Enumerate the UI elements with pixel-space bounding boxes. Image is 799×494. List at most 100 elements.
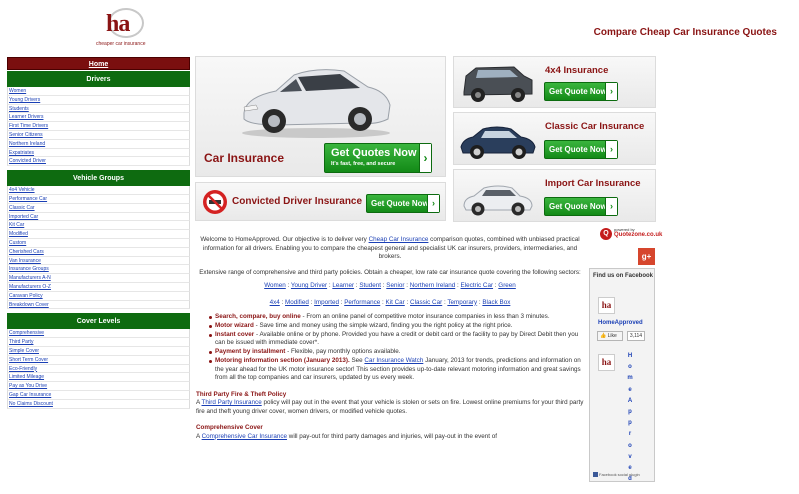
nav-item-vehicle[interactable]: Kit Car	[7, 221, 190, 231]
feature-item: Payment by installment - Flexible, pay m…	[209, 348, 584, 357]
nav-item-driver[interactable]: Women	[7, 87, 190, 96]
sector-link[interactable]: 4x4	[270, 299, 280, 306]
left-nav: Home Drivers Women Young Drivers Students L…	[7, 57, 190, 409]
nav-item-cover[interactable]: Short Term Cover	[7, 355, 190, 365]
chevron-right-icon: ›	[427, 195, 439, 212]
4x4-insurance-promo[interactable]: 4x4 Insurance Get Quote Now ›	[453, 56, 656, 108]
nav-item-vehicle[interactable]: Classic Car	[7, 203, 190, 213]
sector-link[interactable]: Imported	[314, 299, 339, 306]
intro-text-a: Welcome to HomeApproved. Our objective i…	[200, 236, 369, 243]
facebook-page-name-vertical[interactable]: HomeApproved	[626, 351, 634, 485]
facebook-vertical-letter: m	[627, 375, 633, 382]
nav-item-vehicle[interactable]: Performance Car	[7, 194, 190, 204]
site-logo[interactable]: ha cheaper car insurance	[96, 8, 160, 48]
nav-item-cover[interactable]: No Claims Discount	[7, 399, 190, 409]
4x4-get-quote-button[interactable]: Get Quote Now ›	[544, 82, 618, 101]
nav-item-cover[interactable]: Eco-Friendly	[7, 364, 190, 374]
nav-item-vehicle[interactable]: Cherished Cars	[7, 247, 190, 257]
third-party-insurance-link[interactable]: Third Party Insurance	[202, 399, 262, 406]
facebook-like-button[interactable]: 👍 Like	[597, 331, 623, 341]
get-quotes-now-label: Get Quotes Now	[331, 147, 417, 159]
sector-link[interactable]: Electric Car	[461, 282, 494, 289]
chevron-right-icon: ›	[605, 198, 617, 215]
intro-paragraph: Welcome to HomeApproved. Our objective i…	[196, 236, 584, 262]
quotezone-logo-icon: Q	[600, 228, 612, 240]
facebook-page-name[interactable]: HomeApproved	[598, 320, 643, 326]
facebook-vertical-letter: e	[628, 386, 632, 393]
car-insurance-promo[interactable]: Car Insurance Get Quotes Now It's fast, …	[195, 56, 446, 177]
car-insurance-title: Car Insurance	[204, 151, 285, 165]
nav-drivers-list: Women Young Drivers Students Learner Driver…	[7, 87, 190, 167]
nav-item-vehicle[interactable]: Caravan Policy	[7, 291, 190, 301]
facebook-vertical-letter: o	[628, 442, 632, 449]
comprehensive-title: Comprehensive Cover	[196, 424, 263, 432]
sector-links-row-2: 4x4 : Modified : Imported : Performance …	[269, 298, 511, 306]
nav-item-driver[interactable]: Young Drivers	[7, 95, 190, 105]
sector-link[interactable]: Classic Car	[410, 299, 442, 306]
import-car-image	[463, 185, 533, 216]
nav-item-vehicle[interactable]: Manufacturers O-Z	[7, 282, 190, 292]
feature-item: Instant cover - Available online or by p…	[209, 331, 584, 348]
facebook-like-label: Like	[607, 333, 617, 339]
get-quotes-now-sub: It's fast, free, and secure	[331, 161, 396, 167]
sector-link[interactable]: Green	[498, 282, 516, 289]
nav-item-vehicle[interactable]: Van Insurance	[7, 256, 190, 266]
nav-item-vehicle[interactable]: 4x4 Vehicle	[7, 186, 190, 195]
classic-car-insurance-promo[interactable]: Classic Car Insurance Get Quote Now ›	[453, 112, 656, 165]
sector-link[interactable]: Black Box	[482, 299, 510, 306]
nav-item-vehicle[interactable]: Manufacturers A-N	[7, 274, 190, 283]
sector-link[interactable]: Temporary	[447, 299, 477, 306]
facebook-vertical-letter: H	[627, 353, 633, 359]
sector-link[interactable]: Senior	[386, 282, 404, 289]
convicted-driver-promo[interactable]: Convicted Driver Insurance Get Quote Now…	[195, 182, 446, 221]
nav-item-cover[interactable]: Third Party	[7, 338, 190, 347]
sector-link[interactable]: Young Driver	[291, 282, 327, 289]
nav-item-vehicle[interactable]: Breakdown Cover	[7, 300, 190, 310]
third-party-title: Third Party Fire & Theft Policy	[196, 390, 287, 398]
facebook-like-count: 3,114	[627, 331, 645, 341]
nav-item-vehicle[interactable]: Custom	[7, 238, 190, 248]
convicted-driver-title: Convicted Driver Insurance	[232, 196, 363, 207]
import-get-quote-button[interactable]: Get Quote Now ›	[544, 197, 618, 216]
nav-item-cover[interactable]: Simple Cover	[7, 346, 190, 356]
nav-item-driver[interactable]: Convicted Driver	[7, 157, 190, 167]
nav-item-driver[interactable]: Expatriates	[7, 148, 190, 158]
nav-header-drivers: Drivers	[7, 70, 190, 87]
nav-item-vehicle[interactable]: Imported Car	[7, 212, 190, 222]
nav-vehicles-list: 4x4 Vehicle Performance Car Classic Car Imp…	[7, 186, 190, 310]
sector-link[interactable]: Learner	[332, 282, 354, 289]
sector-link[interactable]: Women	[264, 282, 286, 289]
sector-link[interactable]: Modified	[285, 299, 309, 306]
car-insurance-watch-link[interactable]: Car Insurance Watch	[364, 357, 423, 364]
nav-item-driver[interactable]: Learner Drivers	[7, 113, 190, 123]
comprehensive-car-insurance-link[interactable]: Comprehensive Car Insurance	[202, 433, 287, 440]
sectors-intro: Extensive range of comprehensive and thi…	[199, 268, 581, 276]
sector-link[interactable]: Northern Ireland	[410, 282, 456, 289]
sector-link[interactable]: Performance	[344, 299, 380, 306]
facebook-vertical-letter: A	[627, 397, 633, 404]
facebook-social-plugin[interactable]: Facebook social plugin	[593, 472, 640, 477]
cheap-car-insurance-link[interactable]: Cheap Car Insurance	[369, 236, 429, 243]
nav-item-cover[interactable]: Pay as You Drive	[7, 382, 190, 391]
import-car-insurance-promo[interactable]: Import Car Insurance Get Quote Now ›	[453, 169, 656, 222]
convicted-get-quote-button[interactable]: Get Quote Now ›	[366, 194, 440, 213]
nav-item-driver[interactable]: First Time Drivers	[7, 122, 190, 131]
google-plus-icon[interactable]: g+	[638, 248, 655, 265]
nav-item-cover[interactable]: Comprehensive	[7, 329, 190, 339]
classic-get-quote-button[interactable]: Get Quote Now ›	[544, 140, 618, 159]
facebook-avatar-small[interactable]: ha	[598, 354, 615, 371]
nav-item-driver[interactable]: Northern Ireland	[7, 139, 190, 149]
nav-home-link[interactable]: Home	[7, 57, 190, 70]
nav-item-cover[interactable]: Gap Car Insurance	[7, 390, 190, 400]
nav-item-driver[interactable]: Senior Citizens	[7, 130, 190, 140]
nav-item-cover[interactable]: Limited Mileage	[7, 373, 190, 383]
sector-link[interactable]: Student	[359, 282, 381, 289]
sector-link[interactable]: Kit Car	[386, 299, 405, 306]
facebook-avatar[interactable]: ha	[598, 297, 615, 314]
nav-item-vehicle[interactable]: Modified	[7, 230, 190, 239]
powered-by-quotezone[interactable]: Q powered by Quotezone.co.uk	[600, 227, 662, 241]
thumbs-up-icon: 👍	[600, 333, 607, 339]
nav-item-vehicle[interactable]: Insurance Groups	[7, 265, 190, 275]
nav-item-driver[interactable]: Students	[7, 104, 190, 114]
get-quotes-now-button[interactable]: Get Quotes Now It's fast, free, and secu…	[324, 143, 432, 173]
